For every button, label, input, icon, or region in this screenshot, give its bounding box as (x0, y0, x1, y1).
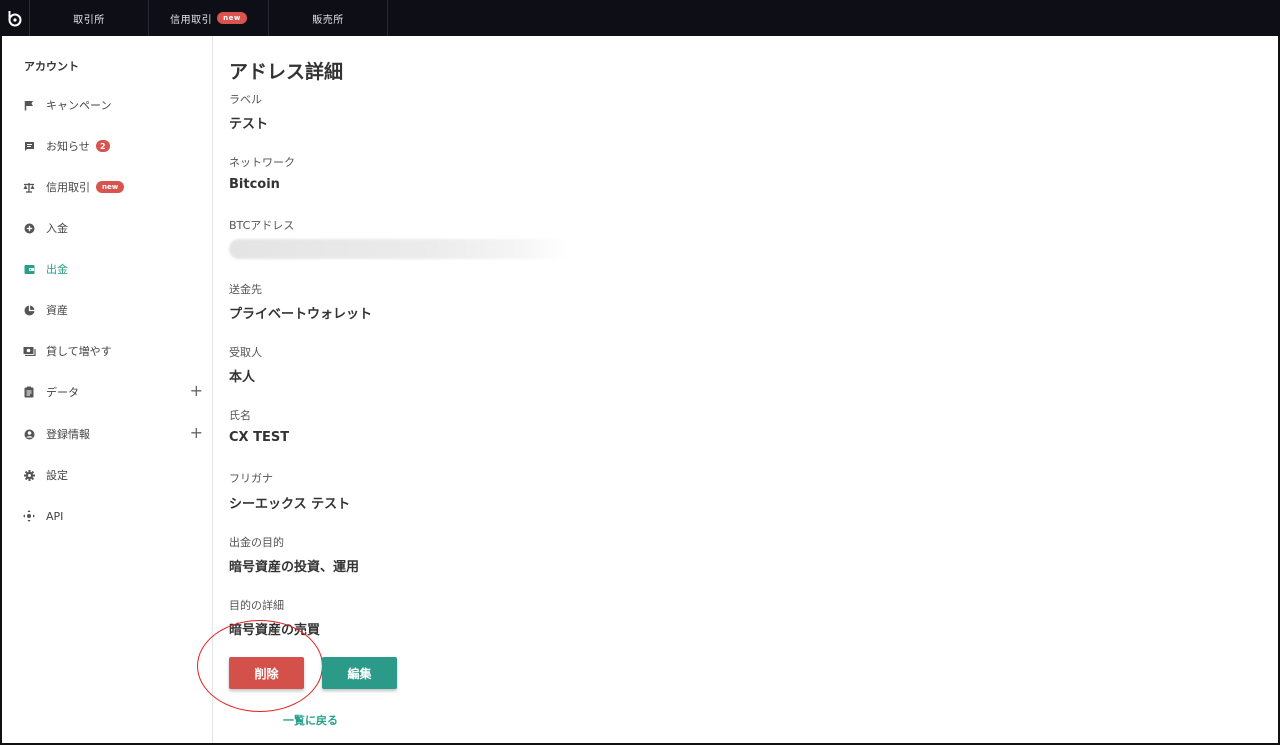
destination-field-label: 送金先 (229, 283, 262, 296)
brand-logo[interactable] (0, 0, 30, 36)
page-title: アドレス詳細 (229, 61, 344, 83)
delete-button[interactable]: 削除 (229, 657, 304, 689)
sidebar-item-label: 設定 (46, 469, 68, 482)
tab-sales-office[interactable]: 販売所 (269, 0, 388, 36)
sidebar-item-data[interactable]: データ + (22, 380, 207, 404)
new-badge: new (217, 12, 247, 24)
tab-margin-trading-label: 信用取引 (170, 14, 213, 26)
address-detail-panel: アドレス詳細 ラベル テスト ネットワーク Bitcoin BTCアドレス 送金… (197, 36, 1269, 743)
purpose-detail-field-value: 暗号資産の売買 (229, 623, 321, 638)
name-field-label: 氏名 (229, 409, 251, 422)
sidebar-item-label: 資産 (46, 304, 68, 317)
logo-icon (8, 11, 21, 27)
tab-sales-office-label: 販売所 (312, 14, 344, 26)
message-icon (22, 139, 36, 153)
furigana-field-value: シーエックス テスト (229, 497, 351, 512)
flag-icon (22, 98, 36, 112)
recipient-field-label: 受取人 (229, 346, 262, 359)
sidebar-title: アカウント (24, 60, 79, 73)
new-badge: new (96, 181, 125, 193)
cash-icon (22, 344, 36, 358)
back-to-list-link[interactable]: 一覧に戻る (283, 712, 338, 728)
network-field-label: ネットワーク (229, 156, 295, 169)
tab-exchange[interactable]: 取引所 (30, 0, 149, 36)
sidebar-item-margin-trading[interactable]: 信用取引 new (22, 175, 207, 199)
network-field-value: Bitcoin (229, 177, 280, 192)
sidebar-item-assets[interactable]: 資産 (22, 298, 207, 322)
pie-chart-icon (22, 303, 36, 317)
recipient-field-value: 本人 (229, 370, 256, 385)
name-field-value: CX TEST (229, 430, 290, 445)
sidebar-item-campaign[interactable]: キャンペーン (22, 93, 207, 117)
sidebar-item-label: 貸して増やす (46, 345, 112, 358)
sidebar-item-label: お知らせ (46, 140, 90, 153)
plus-circle-icon (22, 221, 36, 235)
sidebar-item-label: キャンペーン (46, 99, 112, 112)
account-circle-icon (22, 427, 36, 441)
purpose-field-value: 暗号資産の投資、運用 (229, 560, 360, 575)
sidebar-item-label: API (46, 509, 64, 523)
scale-icon (22, 180, 36, 194)
sidebar-item-notices[interactable]: お知らせ 2 (22, 134, 207, 158)
btc-address-redacted-value (229, 239, 569, 259)
expand-plus-icon[interactable]: + (190, 425, 203, 441)
sidebar-item-lending[interactable]: 貸して増やす (22, 339, 207, 363)
sidebar-item-label: データ (46, 386, 79, 399)
sidebar-item-registration-info[interactable]: 登録情報 + (22, 422, 207, 446)
sidebar-item-label: 出金 (46, 263, 68, 276)
sidebar-item-settings[interactable]: 設定 (22, 463, 207, 487)
sidebar-item-label: 登録情報 (46, 428, 90, 441)
label-field-value: テスト (229, 117, 269, 132)
sidebar: アカウント キャンペーン お知らせ 2 信用取引 new 入金 出金 資産 貸し… (2, 36, 213, 743)
notification-count-badge: 2 (95, 140, 110, 152)
destination-field-value: プライベートウォレット (229, 307, 373, 322)
purpose-field-label: 出金の目的 (229, 536, 284, 549)
wallet-icon (22, 262, 36, 276)
sidebar-item-api[interactable]: API (22, 504, 207, 528)
tab-margin-trading[interactable]: 信用取引 new (149, 0, 269, 36)
gear-icon (22, 468, 36, 482)
tab-exchange-label: 取引所 (73, 14, 105, 26)
sidebar-item-deposit[interactable]: 入金 (22, 216, 207, 240)
sidebar-item-withdrawal[interactable]: 出金 (22, 257, 207, 281)
label-field-label: ラベル (229, 93, 262, 106)
edit-button[interactable]: 編集 (322, 657, 397, 689)
sidebar-item-label: 入金 (46, 222, 68, 235)
expand-plus-icon[interactable]: + (190, 383, 203, 399)
sidebar-item-label: 信用取引 (46, 181, 90, 194)
api-icon (22, 509, 36, 523)
btc-address-field-label: BTCアドレス (229, 219, 295, 232)
clipboard-icon (22, 385, 36, 399)
purpose-detail-field-label: 目的の詳細 (229, 599, 284, 612)
top-nav-bar: 取引所 信用取引 new 販売所 (0, 0, 1280, 36)
furigana-field-label: フリガナ (229, 472, 273, 485)
